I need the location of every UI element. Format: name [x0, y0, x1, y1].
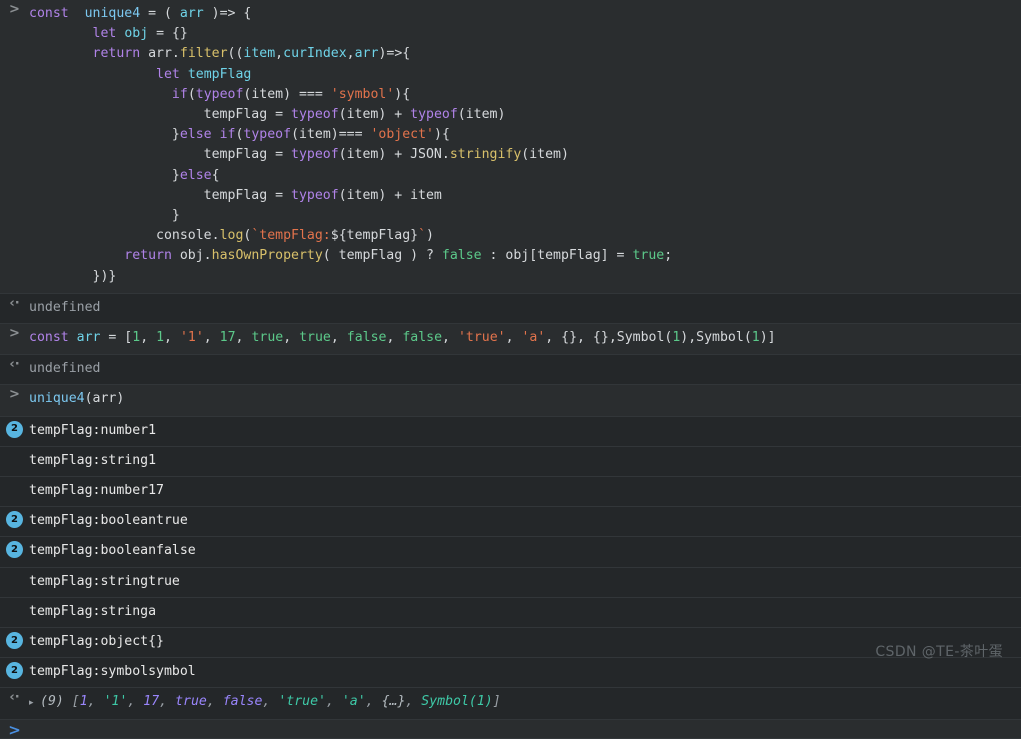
console-return-marker: ‹· [0, 294, 29, 310]
repeat-count-badge: 2 [6, 662, 23, 680]
console-input-marker: > [0, 0, 29, 16]
console-prompt-input[interactable] [29, 720, 1021, 730]
return-arrow-icon: ‹· [9, 357, 20, 373]
console-active-prompt-row[interactable]: > [0, 719, 1021, 739]
console-log-marker: 2 [0, 628, 29, 650]
chevron-right-icon: > [8, 720, 21, 739]
console-log-message: tempFlag:object{} [29, 634, 164, 650]
repeat-count-badge: 2 [6, 632, 23, 650]
console-log-row: tempFlag:string1 [0, 446, 1021, 478]
console-log-row: tempFlag:stringa [0, 597, 1021, 629]
console-log-row: tempFlag:number17 [0, 477, 1021, 508]
repeat-count-badge: 2 [6, 420, 23, 438]
console-log-marker: 2 [0, 507, 29, 529]
console-return-marker: ‹· [0, 355, 29, 371]
console-log-message: tempFlag:number1 [29, 422, 157, 438]
console-code-line[interactable]: const arr = [1, 1, '1', 17, true, true, … [29, 324, 1021, 354]
console-input-row[interactable]: > const unique4 = ( arr )=> { let obj = … [0, 0, 1021, 294]
console-log-row: 2 tempFlag:object{} [0, 628, 1021, 659]
console-log-row: 2 tempFlag:symbolsymbol [0, 658, 1021, 689]
repeat-count-badge: 2 [6, 541, 23, 559]
console-log-message: tempFlag:symbolsymbol [29, 664, 196, 680]
console-log-marker: 2 [0, 417, 29, 438]
console-log-message: tempFlag:stringa [29, 603, 157, 619]
console-code-block[interactable]: const unique4 = ( arr )=> { let obj = {}… [29, 0, 1021, 293]
console-log-marker [0, 447, 29, 450]
chevron-right-icon: > [9, 326, 20, 342]
console-log-message: tempFlag:stringtrue [29, 573, 180, 589]
console-log-row: 2 tempFlag:booleanfalse [0, 537, 1021, 568]
chevron-right-icon: > [9, 387, 20, 403]
console-result-array-value[interactable]: ▸ (9) [1, '1', 17, true, false, 'true', '… [29, 688, 1021, 718]
console-result-row: ‹· undefined [0, 355, 1021, 386]
console-input-row[interactable]: > const arr = [1, 1, '1', 17, true, true… [0, 324, 1021, 356]
console-log-message: tempFlag:number17 [29, 483, 164, 499]
repeat-count-badge: 2 [6, 511, 23, 529]
console-result-value: undefined [29, 361, 101, 377]
console-result-value: undefined [29, 299, 101, 315]
console-log-marker [0, 568, 29, 571]
console-input-marker: > [0, 385, 29, 401]
return-arrow-icon: ‹· [9, 690, 20, 706]
console-input-row[interactable]: > unique4(arr) [0, 385, 1021, 417]
console-log-message: tempFlag:booleanfalse [29, 543, 196, 559]
console-log-row: tempFlag:stringtrue [0, 567, 1021, 598]
console-log-marker [0, 598, 29, 601]
console-log-row: 2 tempFlag:booleantrue [0, 507, 1021, 538]
console-code-line[interactable]: unique4(arr) [29, 385, 1021, 415]
expand-triangle-icon[interactable]: ▸ [29, 693, 40, 713]
return-arrow-icon: ‹· [9, 295, 20, 311]
console-return-marker: ‹· [0, 688, 29, 704]
console-log-row: 2 tempFlag:number1 [0, 416, 1021, 447]
console-log-message: tempFlag:booleantrue [29, 513, 188, 529]
console-result-array-row[interactable]: ‹· ▸ (9) [1, '1', 17, true, false, 'true'… [0, 688, 1021, 720]
console-log-message: tempFlag:string1 [29, 452, 157, 468]
console-log-marker [0, 477, 29, 480]
console-result-row: ‹· undefined [0, 293, 1021, 325]
devtools-console-panel[interactable]: > const unique4 = ( arr )=> { let obj = … [0, 0, 1021, 739]
console-input-marker: > [0, 324, 29, 340]
console-log-marker: 2 [0, 537, 29, 559]
chevron-right-icon: > [9, 2, 20, 17]
console-active-marker: > [0, 720, 29, 738]
